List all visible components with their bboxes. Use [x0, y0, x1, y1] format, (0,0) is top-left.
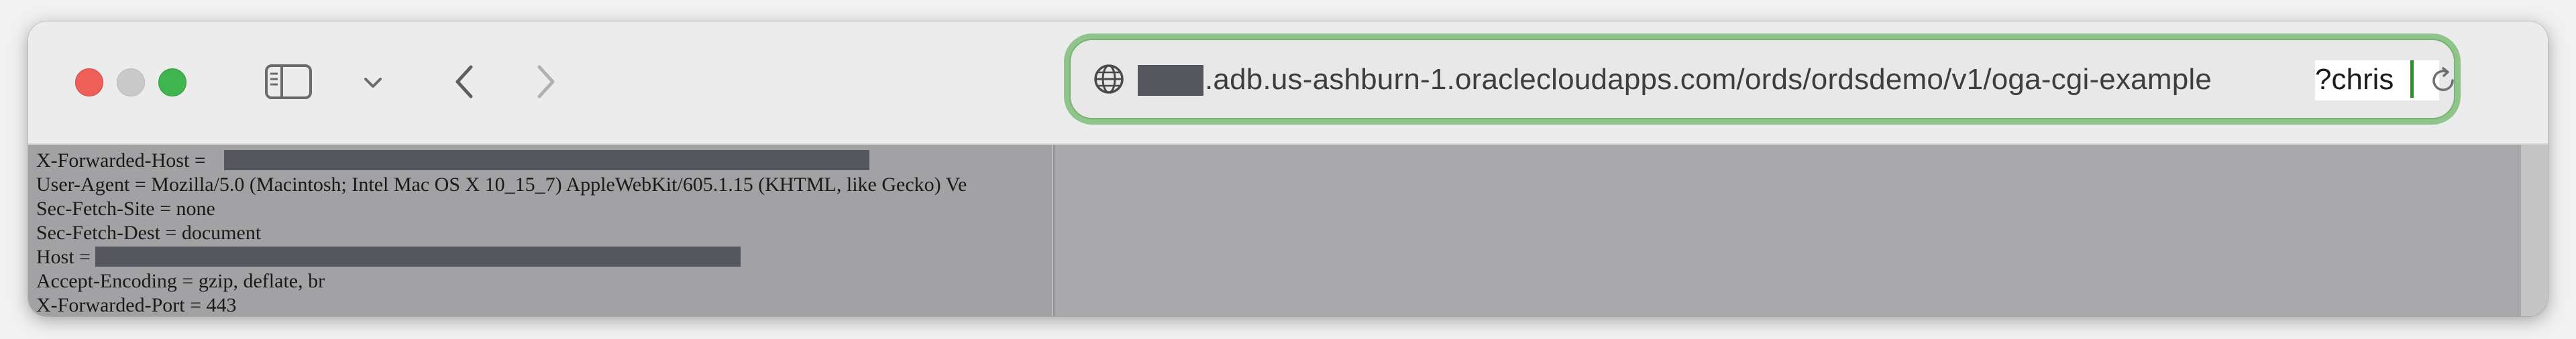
text-caret [2410, 60, 2414, 98]
url-text[interactable]: .adb.us-ashburn-1.oraclecloudapps.com/or… [1205, 60, 2212, 99]
forward-button[interactable] [526, 62, 566, 102]
page-content: X-Forwarded-Host = User-Agent = Mozilla/… [28, 145, 2548, 316]
chevron-right-icon [537, 65, 555, 98]
blank-pane [1053, 145, 2522, 316]
url-typed-selection[interactable]: ?chris [2315, 60, 2439, 100]
header-line-sec-fetch-site: Sec-Fetch-Site = none [36, 198, 215, 220]
header-line-x-forwarded-host: X-Forwarded-Host = [36, 149, 206, 172]
sidebar-toggle-button[interactable] [264, 64, 313, 100]
sidebar-menu-button[interactable] [360, 70, 386, 96]
header-line-sec-fetch-dest: Sec-Fetch-Dest = document [36, 222, 262, 244]
redacted-value [224, 150, 869, 170]
reload-icon[interactable] [2427, 64, 2459, 96]
chevron-left-icon [455, 65, 473, 98]
minimize-window-button[interactable] [117, 68, 145, 96]
sidebar-icon [265, 64, 312, 99]
close-window-button[interactable] [75, 68, 103, 96]
scrollbar-gutter [2521, 145, 2548, 316]
header-line-x-forwarded-port: X-Forwarded-Port = 443 [36, 294, 237, 316]
back-button[interactable] [444, 62, 484, 102]
redacted-hostname [1138, 65, 1203, 96]
browser-window: .adb.us-ashburn-1.oraclecloudapps.com/or… [28, 21, 2548, 316]
browser-toolbar: .adb.us-ashburn-1.oraclecloudapps.com/or… [28, 21, 2548, 145]
header-line-accept-encoding: Accept-Encoding = gzip, deflate, br [36, 270, 325, 292]
url-typed-text: ?chris [2315, 63, 2394, 96]
address-bar[interactable]: .adb.us-ashburn-1.oraclecloudapps.com/or… [1069, 39, 2455, 119]
globe-icon [1094, 64, 1124, 94]
header-line-host: Host = [36, 246, 91, 268]
header-line-user-agent: User-Agent = Mozilla/5.0 (Macintosh; Int… [36, 174, 967, 196]
chevron-down-icon [364, 78, 382, 88]
redacted-value [95, 247, 741, 267]
maximize-window-button[interactable] [158, 68, 186, 96]
headers-output-pane: X-Forwarded-Host = User-Agent = Mozilla/… [28, 145, 1052, 316]
